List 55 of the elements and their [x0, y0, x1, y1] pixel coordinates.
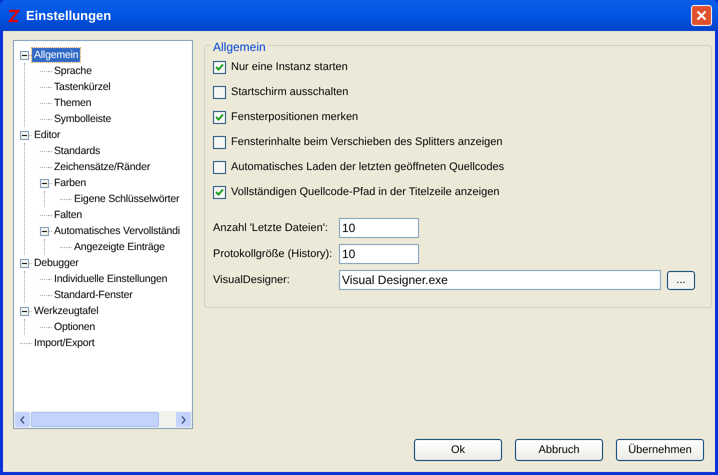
tree-item[interactable]: Themen [52, 96, 94, 110]
checkbox-label: Automatisches Laden der letzten geöffneten Quellcodes [231, 160, 504, 176]
tree-item[interactable]: Allgemein [32, 48, 80, 62]
checkbox-label: Vollständigen Quellcode-Pfad in der Titelzeile anzeigen [231, 185, 500, 200]
collapse-icon[interactable] [40, 226, 49, 236]
scroll-thumb[interactable] [31, 412, 159, 427]
tree-item[interactable]: Eigene Schlüsselwörter [72, 192, 182, 206]
text-field[interactable]: 10 [339, 244, 419, 264]
checkbox[interactable] [213, 86, 226, 99]
field-label: Protokollgröße (History): [213, 246, 334, 262]
tree-item[interactable]: Optionen [52, 320, 98, 334]
checked-checkbox[interactable] [213, 186, 226, 199]
checked-checkbox[interactable] [213, 111, 226, 124]
tree-item[interactable]: Import/Export [32, 336, 96, 350]
tree-item[interactable]: Falten [52, 208, 84, 222]
field-label: VisualDesigner: [213, 272, 291, 288]
tree-item[interactable]: Angezeigte Einträge [72, 240, 167, 254]
collapse-icon[interactable] [20, 306, 29, 316]
browse-button[interactable]: ... [667, 270, 695, 290]
tree-item[interactable]: Standard-Fenster [52, 288, 135, 302]
checkbox[interactable] [213, 136, 226, 149]
checkbox-label: Nur eine Instanz starten [231, 60, 348, 76]
tree-item[interactable]: Individuelle Einstellungen [52, 272, 170, 286]
collapse-icon[interactable] [20, 258, 29, 268]
checkbox[interactable] [213, 161, 226, 174]
tree-item[interactable]: Zeichensätze/Ränder [52, 160, 152, 174]
horizontal-scrollbar[interactable] [14, 411, 192, 428]
close-button[interactable] [691, 5, 712, 26]
tree-item[interactable]: Standards [52, 144, 102, 158]
scroll-left-button[interactable] [15, 412, 30, 427]
text-field[interactable]: 10 [339, 218, 419, 238]
tree-item[interactable]: Werkzeugtafel [32, 304, 100, 318]
collapse-icon[interactable] [40, 178, 49, 188]
checked-checkbox[interactable] [213, 61, 226, 74]
tree-item[interactable]: Farben [52, 176, 88, 190]
dialog-button[interactable]: Abbruch [515, 439, 603, 461]
app-logo-icon [6, 8, 20, 22]
collapse-icon[interactable] [20, 130, 29, 140]
window-title: Einstellungen [26, 6, 112, 25]
checkbox-label: Startschirm ausschalten [231, 85, 348, 100]
tree-item[interactable]: Editor [32, 128, 62, 142]
checkbox-label: Fensterpositionen merken [231, 110, 358, 126]
tree-item[interactable]: Debugger [32, 256, 81, 270]
tree-item[interactable]: Sprache [52, 64, 94, 78]
field-label: Anzahl 'Letzte Dateien': [213, 220, 329, 236]
dialog-button[interactable]: Ok [414, 439, 502, 461]
close-icon [696, 10, 707, 21]
tree-item[interactable]: Automatisches Vervollständi [52, 224, 182, 238]
checkbox-label: Fensterinhalte beim Verschieben des Splitters anzeigen [231, 135, 502, 150]
scroll-right-button[interactable] [176, 412, 191, 427]
tree-item[interactable]: Symbolleiste [52, 112, 114, 126]
tree-item[interactable]: Tastenkürzel [52, 80, 113, 94]
dialog-button[interactable]: Übernehmen [616, 439, 704, 461]
text-field[interactable]: Visual Designer.exe [339, 270, 661, 290]
collapse-icon[interactable] [20, 50, 29, 60]
